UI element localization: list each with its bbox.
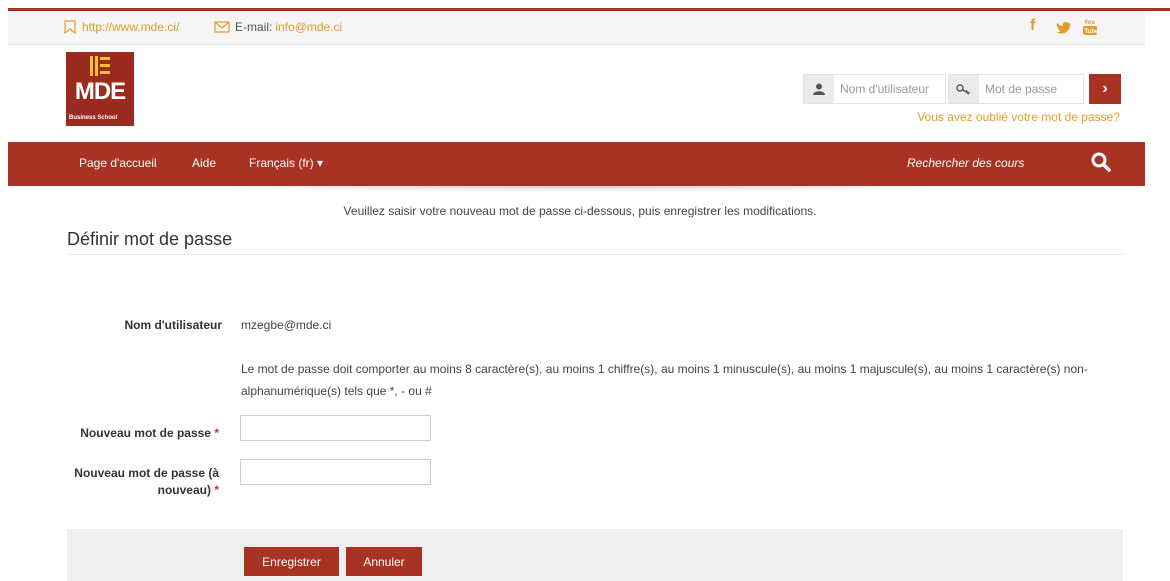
title-divider — [67, 254, 1123, 255]
username-value: mzegbe@mde.ci — [241, 318, 332, 332]
nav-language-menu[interactable]: Français (fr) ▾ — [249, 156, 323, 170]
key-icon — [949, 75, 979, 103]
required-asterisk: * — [214, 483, 219, 497]
website-link[interactable]: http://www.mde.ci/ — [82, 20, 179, 34]
save-button[interactable]: Enregistrer — [244, 547, 339, 576]
form-actions-bar — [67, 529, 1123, 581]
new-password-again-input[interactable] — [240, 459, 431, 485]
envelope-icon — [214, 21, 230, 33]
cancel-button[interactable]: Annuler — [346, 547, 422, 576]
forgot-password-link[interactable]: Vous avez oublié votre mot de passe? — [917, 110, 1120, 124]
new-password-input[interactable] — [240, 415, 431, 441]
main-navbar: Page d'accueil Aide Français (fr) ▾ Rech… — [8, 142, 1145, 186]
logo-mark-icon — [90, 56, 110, 76]
svg-text:You: You — [1084, 20, 1095, 26]
new-password-again-label-line1: Nouveau mot de passe (à — [74, 466, 219, 480]
email-item: E-mail: info@mde.ci — [214, 20, 342, 34]
course-search-input[interactable]: Rechercher des cours — [907, 156, 1024, 170]
site-header: MDE Business School Nom d'utilisateur Mo… — [8, 45, 1145, 142]
navbar-shadow — [180, 186, 980, 192]
email-link[interactable]: info@mde.ci — [275, 20, 342, 34]
login-submit-button[interactable]: › — [1089, 74, 1121, 104]
logo-text: MDE — [74, 78, 126, 105]
logo-subtext: Business School — [69, 115, 118, 121]
website-item[interactable]: http://www.mde.ci/ — [64, 20, 179, 34]
new-password-again-label-line2: nouveau) — [157, 483, 211, 497]
chevron-right-icon: › — [1102, 80, 1108, 97]
required-asterisk: * — [214, 426, 219, 440]
password-login-field[interactable]: Mot de passe — [948, 74, 1084, 104]
youtube-icon[interactable]: You Tube — [1082, 17, 1098, 37]
new-password-label: Nouveau mot de passe * — [67, 426, 219, 440]
user-icon — [804, 75, 834, 103]
mde-logo[interactable]: MDE Business School — [66, 52, 134, 126]
nav-home[interactable]: Page d'accueil — [79, 156, 157, 170]
nav-help[interactable]: Aide — [192, 156, 216, 170]
username-label: Nom d'utilisateur — [124, 318, 222, 332]
search-icon[interactable] — [1090, 151, 1112, 173]
instructions-text: Veuillez saisir votre nouveau mot de pas… — [343, 204, 817, 218]
email-label: E-mail: — [235, 20, 273, 34]
facebook-icon[interactable]: f — [1030, 17, 1035, 35]
username-login-field[interactable]: Nom d'utilisateur — [803, 74, 946, 104]
new-password-again-label: Nouveau mot de passe (à nouveau) * — [67, 465, 219, 499]
page-title: Définir mot de passe — [67, 229, 233, 249]
password-placeholder: Mot de passe — [985, 82, 1058, 96]
password-policy-text: Le mot de passe doit comporter au moins … — [241, 362, 1088, 398]
svg-text:Tube: Tube — [1085, 29, 1099, 35]
bookmark-icon — [64, 20, 76, 34]
username-placeholder: Nom d'utilisateur — [840, 82, 929, 96]
top-info-bar: http://www.mde.ci/ E-mail: info@mde.ci f… — [8, 11, 1145, 45]
twitter-icon[interactable] — [1056, 21, 1072, 35]
new-password-label-text: Nouveau mot de passe — [80, 426, 211, 440]
